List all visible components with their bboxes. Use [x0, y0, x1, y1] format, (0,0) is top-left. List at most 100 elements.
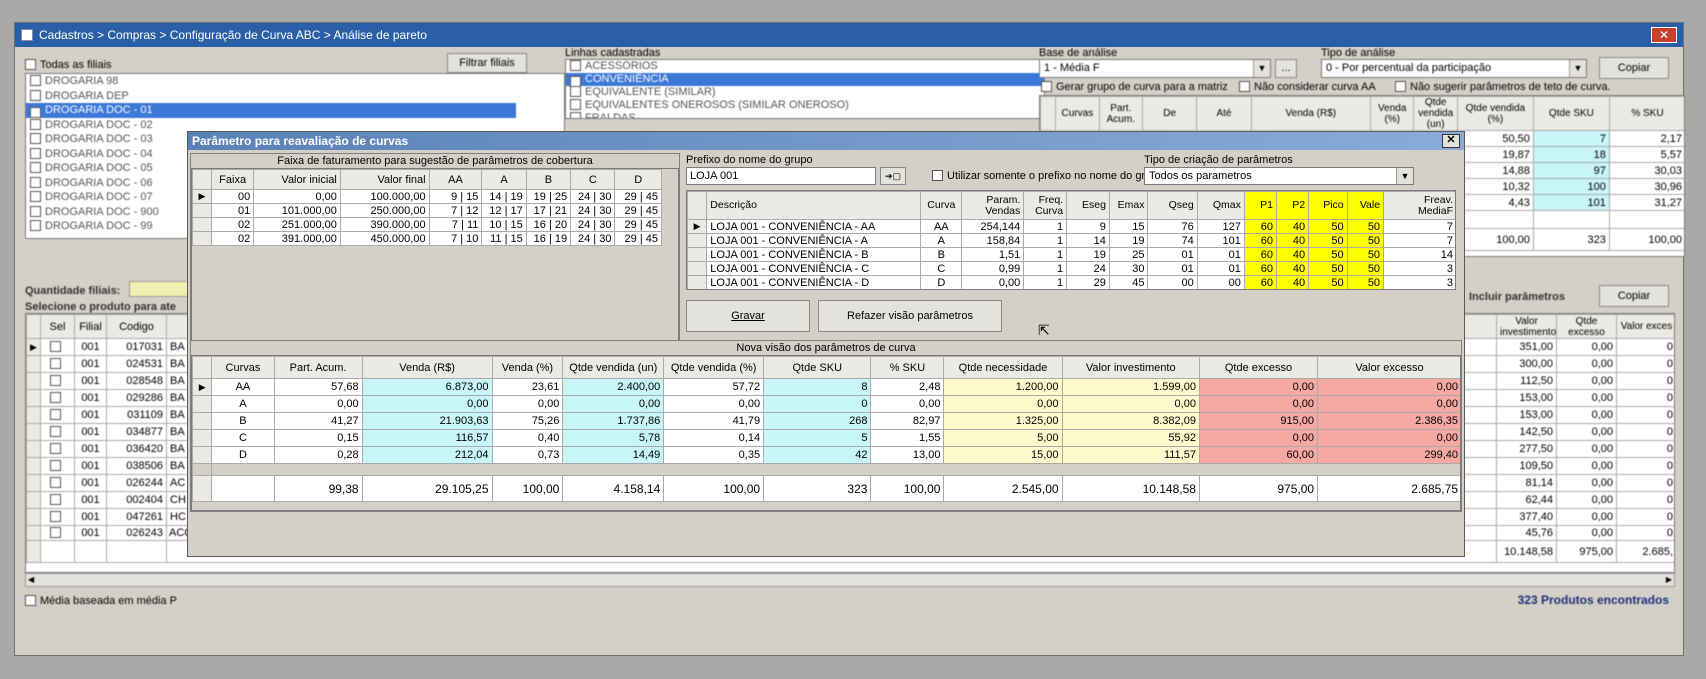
cell[interactable]: 50: [1308, 219, 1348, 234]
checkbox-icon[interactable]: [50, 460, 61, 471]
checkbox-icon[interactable]: [1041, 81, 1052, 92]
base-analise-ellipsis-button[interactable]: ...: [1275, 59, 1297, 78]
column-header[interactable]: Param. Vendas: [961, 191, 1025, 220]
checkbox-icon[interactable]: [30, 118, 41, 130]
checkbox-icon[interactable]: [30, 89, 41, 101]
cell[interactable]: 24 | 30: [570, 189, 616, 204]
cell[interactable]: 01: [1147, 261, 1198, 276]
cell[interactable]: 0,28: [273, 446, 363, 464]
column-header[interactable]: Curvas: [1055, 96, 1100, 131]
column-header[interactable]: % SKU: [1608, 96, 1684, 131]
column-header[interactable]: Venda (R$): [1250, 96, 1372, 131]
cell[interactable]: 60: [1243, 247, 1277, 262]
cell[interactable]: 2.386,35: [1317, 412, 1460, 430]
cell[interactable]: 1: [1023, 275, 1068, 289]
cell[interactable]: 40: [1275, 219, 1310, 234]
checkbox-icon[interactable]: [50, 392, 61, 403]
cell[interactable]: 0,00: [1061, 395, 1200, 413]
cell[interactable]: 60: [1243, 233, 1277, 248]
window-close-button[interactable]: ✕: [1651, 27, 1677, 43]
cell[interactable]: 7: [1383, 233, 1455, 248]
cell[interactable]: 50: [1308, 247, 1348, 262]
column-header[interactable]: Eseg: [1066, 191, 1110, 220]
table-row[interactable]: 02 251.000,00 390.000,00 7 | 11 10 | 15 16 | …: [192, 217, 662, 232]
cell[interactable]: 0,00: [1198, 429, 1319, 447]
cell[interactable]: 01: [210, 203, 255, 218]
refazer-visao-button[interactable]: Refazer visão parâmetros: [818, 300, 1002, 332]
cell[interactable]: 14 | 19: [481, 189, 527, 204]
cell[interactable]: 76: [1147, 219, 1198, 234]
cell[interactable]: 0,00: [961, 275, 1025, 289]
linha-item[interactable]: FRALDAS: [566, 112, 1044, 118]
cell[interactable]: 116,57: [361, 429, 493, 447]
linha-item[interactable]: ACESSÓRIOS: [566, 60, 1044, 73]
cell[interactable]: 3: [1383, 261, 1455, 276]
column-header[interactable]: Pico: [1308, 191, 1348, 220]
cell[interactable]: 1: [1023, 247, 1068, 262]
column-header[interactable]: % SKU: [870, 356, 945, 379]
checkbox-icon[interactable]: [1239, 81, 1250, 92]
checkbox-icon[interactable]: [50, 494, 61, 505]
scroll-right-icon[interactable]: ▶: [1666, 575, 1672, 584]
column-header[interactable]: Até: [1196, 96, 1252, 131]
cell[interactable]: 60: [1243, 275, 1277, 289]
horizontal-scrollbar[interactable]: ◀ ▶: [25, 573, 1675, 587]
column-header[interactable]: Qtde vendida (%): [663, 356, 765, 379]
cell[interactable]: C: [920, 261, 963, 276]
checkbox-icon[interactable]: [30, 147, 41, 159]
cell[interactable]: 29 | 45: [614, 203, 662, 218]
cell[interactable]: 0,00: [361, 395, 493, 413]
cell[interactable]: 0,00: [1198, 378, 1319, 396]
cell[interactable]: 00: [1147, 275, 1198, 289]
filial-item[interactable]: DROGARIA DOC - 02: [26, 118, 564, 133]
cell[interactable]: 01: [1147, 247, 1198, 262]
cell[interactable]: 45: [1108, 275, 1149, 289]
checkbox-icon[interactable]: [570, 86, 581, 97]
cell[interactable]: 0,00: [943, 395, 1063, 413]
cell[interactable]: 254,144: [961, 219, 1025, 234]
chevron-down-icon[interactable]: ▼: [1253, 60, 1270, 77]
cell[interactable]: 13,00: [870, 446, 945, 464]
cell[interactable]: 101.000,00: [253, 203, 341, 218]
column-header[interactable]: Filial: [74, 314, 107, 339]
cell[interactable]: 50: [1308, 233, 1348, 248]
column-header[interactable]: Qtde vendida (%): [1456, 96, 1534, 131]
cell[interactable]: 15: [1108, 219, 1149, 234]
cell[interactable]: 8.382,09: [1061, 412, 1200, 430]
cell[interactable]: 9 | 15: [428, 189, 483, 204]
column-header[interactable]: Qtde vendida (un): [1413, 96, 1458, 131]
column-header[interactable]: Curvas: [211, 356, 275, 379]
cell[interactable]: 127: [1196, 219, 1245, 234]
checkbox-icon[interactable]: [25, 595, 36, 606]
checkbox-icon[interactable]: [50, 527, 61, 538]
column-header[interactable]: Freq. Curva: [1023, 191, 1068, 220]
checkbox-icon[interactable]: [30, 162, 41, 173]
cell[interactable]: 212,04: [361, 446, 493, 464]
column-header[interactable]: Descrição: [706, 191, 922, 220]
linhas-list[interactable]: ACESSÓRIOS ✓ CONVENIÊNCIA EQUIVALENTE (SIMI…: [565, 59, 1045, 119]
column-header[interactable]: Valor investimento: [1496, 314, 1557, 339]
apply-prefix-button[interactable]: ➔▢: [880, 167, 906, 185]
column-header[interactable]: Qtde necessidade: [943, 356, 1063, 379]
checkbox-icon[interactable]: [30, 191, 41, 202]
cell[interactable]: 19 | 25: [525, 189, 572, 204]
filtrar-filiais-button[interactable]: Filtrar filiais: [447, 53, 527, 73]
filial-item[interactable]: ✓ DROGARIA DOC - 01: [26, 103, 516, 118]
checkbox-icon[interactable]: [30, 220, 41, 231]
column-header[interactable]: Emax: [1108, 191, 1149, 220]
cell[interactable]: 01: [1196, 261, 1245, 276]
checkbox-icon[interactable]: ✓: [30, 107, 41, 118]
checkbox-icon[interactable]: [570, 112, 581, 118]
dialog-close-button[interactable]: ✕: [1442, 134, 1460, 148]
cell[interactable]: 0,00: [562, 395, 665, 413]
cell[interactable]: AA: [920, 219, 963, 234]
cell[interactable]: 450.000,00: [339, 231, 430, 246]
table-row[interactable]: C 0,15 116,57 0,40 5,78 0,14 5 1,55 5,00 55,92 0,0…: [192, 429, 1460, 447]
cell[interactable]: 16 | 19: [525, 231, 572, 246]
checkbox-icon[interactable]: [25, 59, 36, 70]
checkbox-icon[interactable]: [50, 375, 61, 386]
cell[interactable]: 0,15: [273, 429, 363, 447]
cell[interactable]: 0,00: [1317, 378, 1460, 396]
chevron-down-icon[interactable]: ▼: [1396, 168, 1413, 184]
linha-item[interactable]: EQUIVALENTES ONEROSOS (SIMILAR ONEROSO): [566, 99, 1044, 112]
